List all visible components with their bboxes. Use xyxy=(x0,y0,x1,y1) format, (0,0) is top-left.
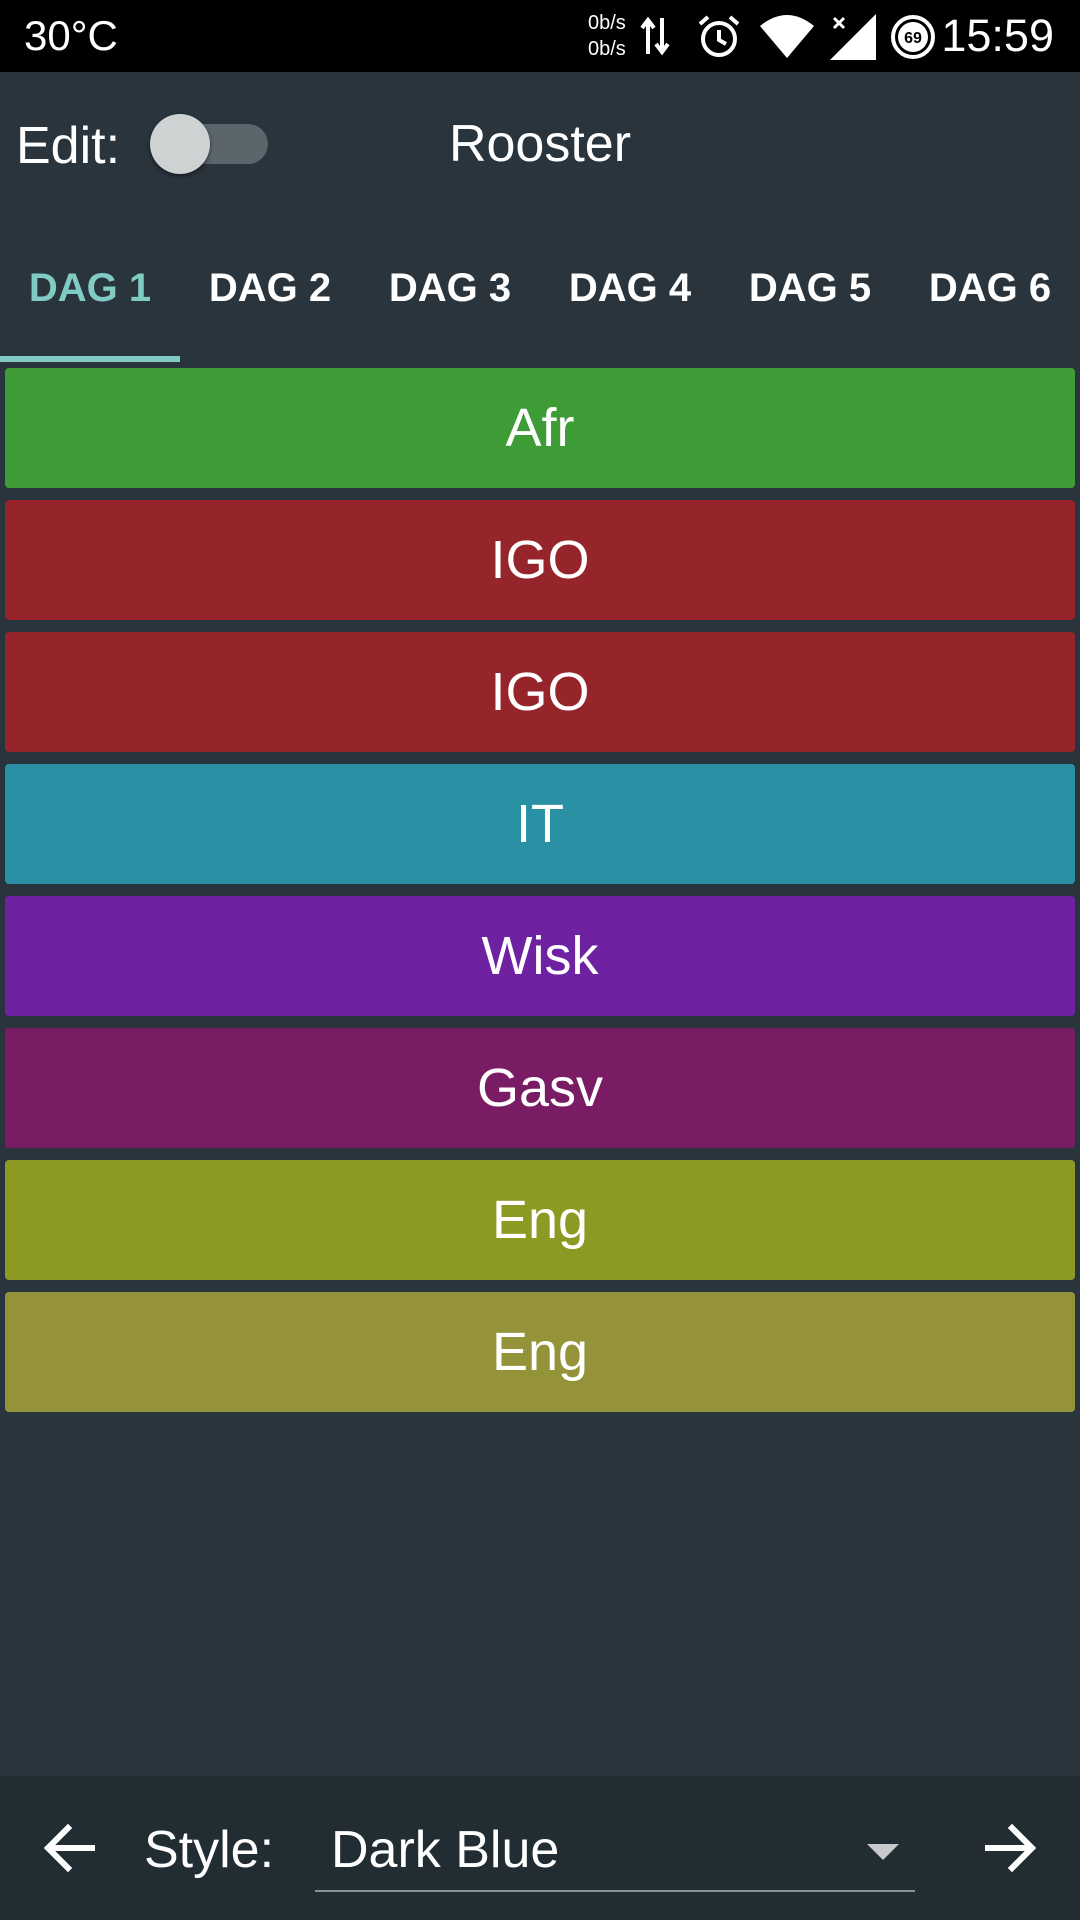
arrow-left-icon xyxy=(44,1824,95,1872)
lesson-item[interactable]: IGO xyxy=(5,632,1075,752)
status-bar: 30°C 0b/s 0b/s 69 15:59 xyxy=(0,0,1080,72)
next-button[interactable] xyxy=(940,1776,1080,1920)
active-tab-indicator xyxy=(0,356,180,362)
signal-icon xyxy=(830,14,876,65)
page-title: Rooster xyxy=(448,115,632,173)
tab-dag-2[interactable]: DAG 2 xyxy=(180,214,360,362)
network-up-speed: 0b/s xyxy=(588,12,626,34)
network-speed: 0b/s 0b/s xyxy=(588,10,638,62)
lesson-item[interactable]: IT xyxy=(5,764,1075,884)
lesson-item[interactable]: Afr xyxy=(5,368,1075,488)
lesson-item[interactable]: IGO xyxy=(5,500,1075,620)
arrow-right-icon xyxy=(985,1824,1036,1872)
tab-dag-6[interactable]: DAG 6 xyxy=(900,214,1080,362)
battery-icon: 69 xyxy=(890,14,936,65)
style-label: Style: xyxy=(144,1821,275,1879)
lesson-item[interactable]: Wisk xyxy=(5,896,1075,1016)
lesson-item[interactable]: Eng xyxy=(5,1160,1075,1280)
battery-level-text: 69 xyxy=(904,30,922,47)
clock: 15:59 xyxy=(941,10,1054,61)
day-tabs: DAG 1 DAG 2 DAG 3 DAG 4 DAG 5 DAG 6 xyxy=(0,214,1080,362)
alarm-icon xyxy=(696,14,742,65)
network-down-speed: 0b/s xyxy=(588,38,626,60)
tab-dag-3[interactable]: DAG 3 xyxy=(360,214,540,362)
lesson-list: Afr IGO IGO IT Wisk Gasv Eng Eng xyxy=(5,368,1075,1424)
dropdown-arrow-icon xyxy=(867,1844,899,1860)
app-header: Edit: Rooster xyxy=(0,72,1080,214)
data-transfer-icon xyxy=(640,14,670,63)
temperature-readout: 30°C xyxy=(24,12,118,59)
previous-button[interactable] xyxy=(0,1776,140,1920)
tab-dag-1[interactable]: DAG 1 xyxy=(0,214,180,362)
style-dropdown[interactable]: Dark Blue xyxy=(315,1806,915,1892)
wifi-icon xyxy=(760,14,814,63)
tab-dag-5[interactable]: DAG 5 xyxy=(720,214,900,362)
lesson-item[interactable]: Eng xyxy=(5,1292,1075,1412)
style-selected-value: Dark Blue xyxy=(331,1821,560,1879)
lesson-item[interactable]: Gasv xyxy=(5,1028,1075,1148)
tab-dag-4[interactable]: DAG 4 xyxy=(540,214,720,362)
bottom-bar: Style: Dark Blue xyxy=(0,1776,1080,1920)
